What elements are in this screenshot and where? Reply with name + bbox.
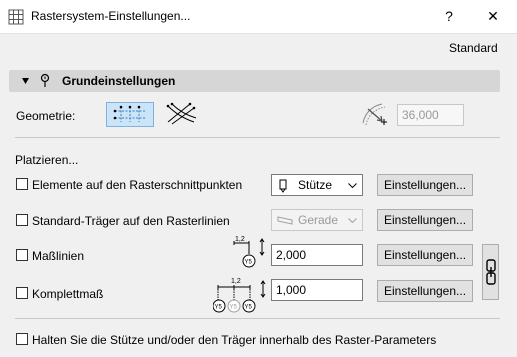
- collapse-triangle-icon: [22, 78, 29, 84]
- dims-icon-top: 1,2: [235, 236, 245, 243]
- geometry-radial-button[interactable]: [160, 102, 208, 127]
- overall-checkbox[interactable]: [16, 287, 28, 299]
- help-button[interactable]: ?: [438, 6, 460, 26]
- beams-checkbox[interactable]: [16, 214, 28, 226]
- window-title: Rastersystem-Einstellungen...: [31, 9, 191, 23]
- link-toggle-button[interactable]: [482, 244, 499, 300]
- chain-link-icon: [486, 259, 496, 285]
- beam-type-select: Gerade: [271, 209, 363, 231]
- element-type-select[interactable]: Stütze: [271, 174, 363, 196]
- elements-checkbox[interactable]: [16, 178, 28, 190]
- app-icon: [8, 9, 24, 25]
- radial-grid-icon: [166, 102, 197, 125]
- orthogonal-grid-icon: [113, 105, 145, 122]
- dimension-line-icon: 1,2 Y5: [233, 236, 265, 268]
- overall-icon-top: 1,2: [231, 278, 241, 285]
- dims-label: Maßlinien: [32, 249, 85, 263]
- geometry-orthogonal-button[interactable]: [106, 102, 154, 127]
- separator: [15, 318, 500, 319]
- beams-settings-button[interactable]: Einstellungen...: [377, 209, 473, 231]
- beam-icon: [277, 216, 293, 225]
- beam-type-value: Gerade: [298, 213, 339, 227]
- pin-icon: [40, 73, 50, 87]
- hold-checkbox[interactable]: [16, 333, 28, 345]
- preset-label[interactable]: Standard: [449, 41, 498, 55]
- elements-label: Elemente auf den Rasterschnittpunkten: [32, 178, 243, 192]
- angle-field: 36,000: [397, 104, 464, 126]
- dims-icon-badge: Y5: [245, 260, 253, 266]
- dims-checkbox[interactable]: [16, 249, 28, 261]
- beams-label: Standard-Träger auf den Rasterlinien: [32, 214, 230, 228]
- overall-icon-badge-1: Y5: [215, 305, 223, 311]
- column-icon: [279, 179, 287, 193]
- overall-icon-badge-2: Y5: [230, 305, 238, 311]
- place-label: Platzieren...: [15, 153, 79, 167]
- angle-icon: [362, 103, 387, 126]
- dims-value-field[interactable]: 2,000: [271, 244, 363, 266]
- elements-settings-button[interactable]: Einstellungen...: [377, 174, 473, 196]
- chevron-down-icon: [348, 218, 357, 223]
- close-button[interactable]: ✕: [482, 6, 504, 26]
- hold-label: Halten Sie die Stütze und/oder den Träge…: [32, 333, 437, 347]
- overall-value-field[interactable]: 1,000: [271, 279, 363, 301]
- section-title: Grundeinstellungen: [62, 74, 176, 88]
- separator: [15, 137, 500, 138]
- dims-settings-button[interactable]: Einstellungen...: [377, 244, 473, 266]
- title-bar: Rastersystem-Einstellungen... ? ✕: [0, 0, 517, 34]
- chevron-down-icon: [348, 183, 357, 188]
- overall-settings-button[interactable]: Einstellungen...: [377, 280, 473, 302]
- overall-label: Komplettmaß: [32, 287, 104, 301]
- overall-dimension-icon: 1,2 Y5 Y5 Y5: [213, 278, 266, 313]
- element-type-value: Stütze: [298, 178, 333, 192]
- geometry-label: Geometrie:: [16, 109, 76, 123]
- section-header-basic[interactable]: Grundeinstellungen: [9, 70, 500, 92]
- overall-icon-badge-3: Y5: [245, 305, 253, 311]
